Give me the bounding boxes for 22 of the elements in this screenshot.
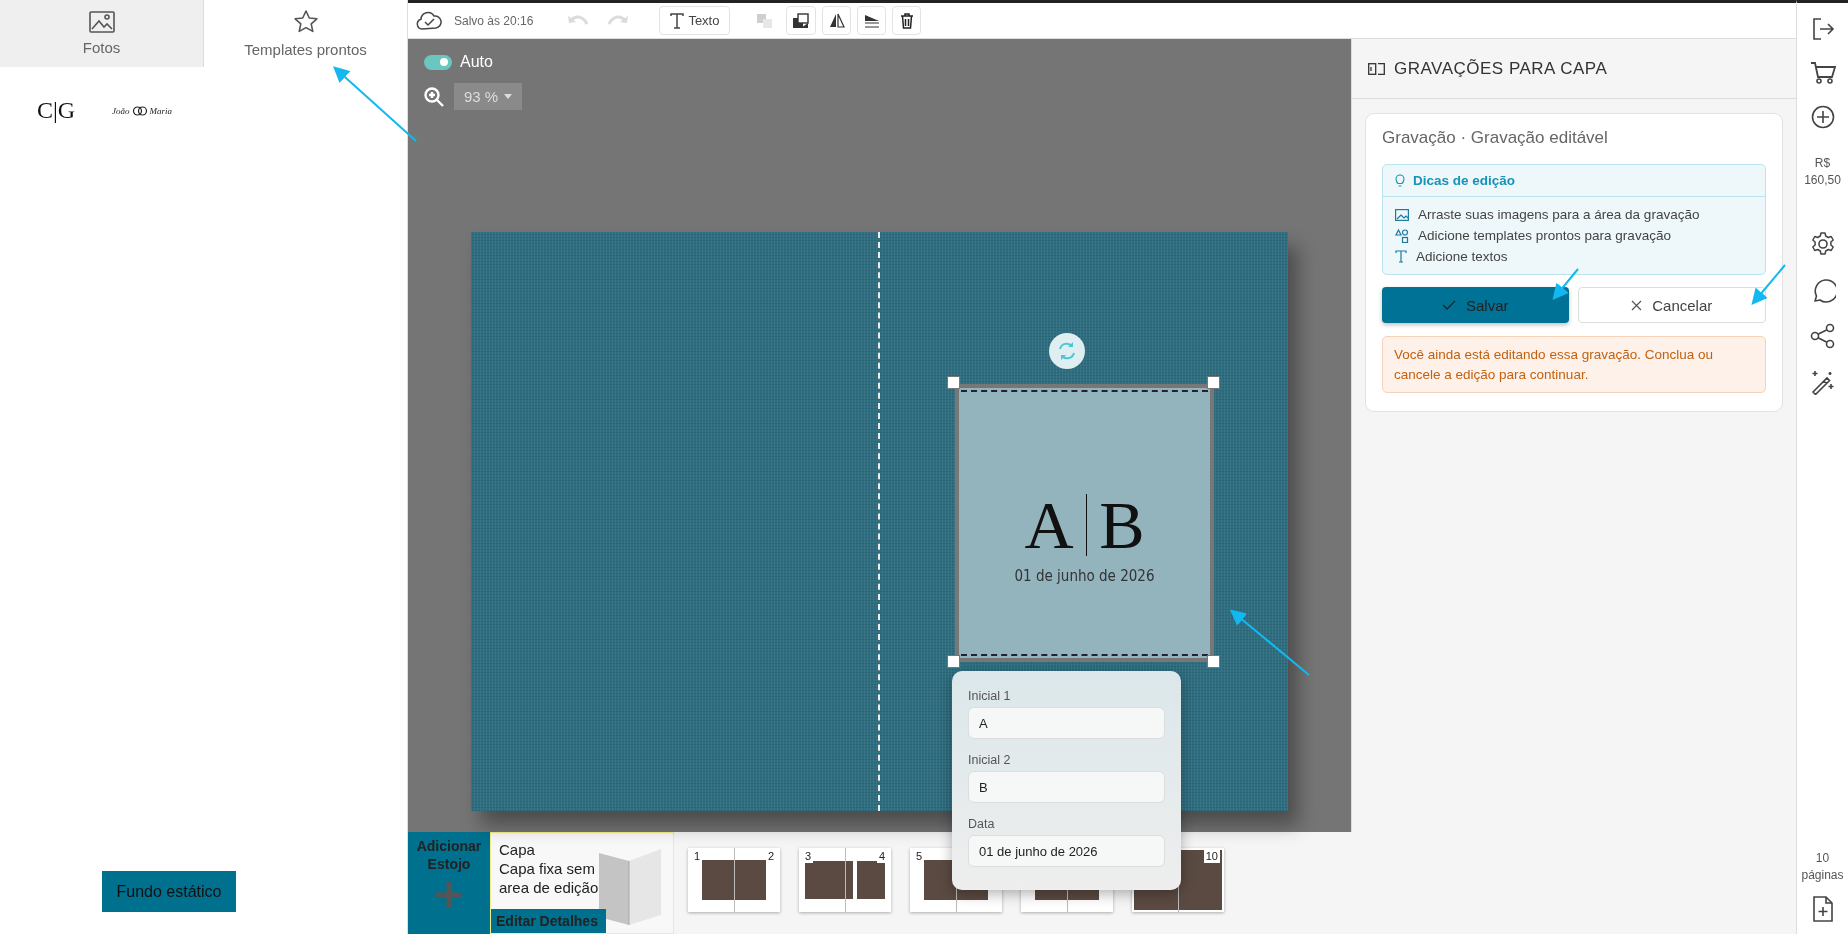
warning-message: Você ainda está editando essa gravação. Conclua ou cancele a edição para continuar.	[1382, 336, 1766, 394]
price-value: 160,50	[1804, 171, 1841, 189]
panel-title: GRAVAÇÕES PARA CAPA	[1394, 58, 1608, 79]
engraving-initial: A	[1024, 491, 1074, 559]
cover-title: Capa	[499, 841, 536, 860]
engraving-initial: B	[1099, 491, 1145, 559]
cover-description: Capa fixa sem area de edição	[499, 859, 600, 898]
tip-text: Adicione templates prontos para gravação	[1418, 228, 1671, 243]
engraving-date: 01 de junho de 2026	[1014, 567, 1155, 585]
field-label: Inicial 2	[968, 753, 1012, 767]
tip-text: Arraste suas imagens para a área da gravação	[1418, 207, 1700, 222]
page-count-label: páginas	[1801, 867, 1844, 884]
page-count: 10	[1814, 850, 1831, 868]
field-label: Inicial 1	[968, 689, 1012, 703]
price-currency: R$	[1813, 155, 1832, 172]
saved-status: Salvo às 20:16	[454, 13, 534, 28]
field-label: Data	[968, 817, 996, 831]
tips-title: Dicas de edição	[1413, 173, 1516, 188]
tip-text: Adicione textos	[1416, 249, 1508, 264]
page-number: 4	[876, 850, 887, 864]
page-number: 3	[803, 850, 814, 864]
card-title: Gravação · Gravação editável	[1382, 128, 1609, 148]
